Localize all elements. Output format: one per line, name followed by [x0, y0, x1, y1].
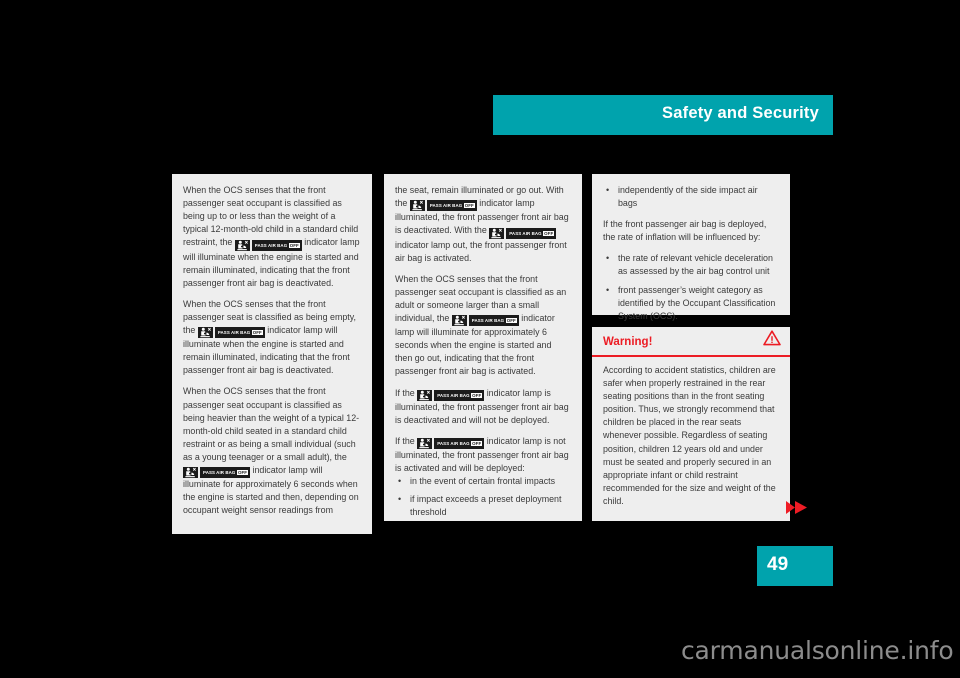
list-item: • independently of the side impact air ba… — [606, 185, 758, 209]
pass-air-bag-off-state: OFF — [463, 203, 475, 209]
airbag-child-seat-icon — [409, 200, 425, 212]
paragraph: When the OCS senses that the front passe… — [183, 185, 360, 288]
warning-box: Warning! According to accident statistic… — [592, 327, 790, 521]
pass-air-bag-off-indicator-icon: PASS AIR BAG OFF — [417, 389, 485, 401]
pass-air-bag-off-state: OFF — [505, 318, 517, 324]
list-item: • in the event of certain frontal impacts — [395, 475, 571, 488]
airbag-child-seat-icon — [417, 438, 433, 449]
pass-air-bag-off-state: OFF — [471, 392, 483, 398]
warning-header: Warning! — [592, 327, 790, 353]
left-column-paragraphs: When the OCS senses that the front passe… — [183, 184, 361, 517]
list-item: • if impact exceeds a preset deployment t… — [398, 494, 562, 518]
pass-air-bag-off-indicator-icon: PASS AIR BAG OFF — [451, 315, 519, 327]
pass-air-bag-off-indicator-icon: PASS AIR BAG OFF — [234, 239, 302, 251]
pass-air-bag-label: PASS AIR BAG OFF — [426, 200, 477, 212]
pass-air-bag-off-indicator-icon: PASS AIR BAG OFF — [197, 327, 265, 339]
bullet-icon: • — [398, 494, 402, 505]
middle-column-bullet-list: • in the event of certain frontal impacts… — [395, 475, 571, 519]
pass-air-bag-off-state: OFF — [288, 242, 300, 248]
paragraph: When the OCS senses that the front passe… — [395, 273, 567, 377]
bullet-icon: • — [606, 284, 610, 295]
manual-page: Safety and Security When the OCS senses … — [0, 0, 960, 678]
list-item: • the rate of relevant vehicle decelerati… — [606, 253, 773, 277]
pass-air-bag-label: PASS AIR BAG OFF — [214, 327, 265, 339]
pass-air-bag-off-indicator-icon: PASS AIR BAG OFF — [489, 227, 557, 239]
pass-air-bag-off-state: OFF — [543, 230, 555, 236]
list-item: • front passenger’s weight category as id… — [606, 284, 776, 321]
bullet-icon: • — [398, 476, 402, 487]
page-number-bar: 49 — [757, 546, 833, 586]
pass-air-bag-label: PASS AIR BAG OFF — [506, 227, 557, 239]
bullet-icon: • — [606, 185, 610, 195]
paragraph: When the OCS senses that the front passe… — [183, 298, 356, 376]
pass-air-bag-off-indicator-icon: PASS AIR BAG OFF — [417, 438, 485, 449]
pass-air-bag-label: PASS AIR BAG OFF — [200, 467, 251, 479]
section-header-bar: Safety and Security — [493, 95, 833, 135]
pass-air-bag-label: PASS AIR BAG OFF — [251, 239, 302, 251]
text-column-middle: the seat, remain illuminated or go out. … — [384, 174, 582, 521]
pass-air-bag-off-state: OFF — [236, 470, 249, 476]
pass-air-bag-off-state: OFF — [251, 330, 263, 336]
paragraph: When the OCS senses that the front passe… — [183, 386, 360, 516]
warning-body: According to accident statistics, childr… — [592, 357, 790, 508]
airbag-child-seat-icon — [234, 239, 250, 251]
page-title: Safety and Security — [662, 104, 819, 122]
warning-triangle-icon — [763, 330, 781, 351]
text-column-left: When the OCS senses that the front passe… — [172, 174, 372, 534]
paragraph: If the PASS AIR BAG OFF indicator lamp is… — [395, 435, 569, 474]
bullet-icon: • — [606, 253, 610, 264]
change-bar-marker-icon — [786, 501, 808, 514]
warning-title: Warning! — [603, 336, 653, 348]
pass-air-bag-label: PASS AIR BAG OFF — [468, 315, 519, 327]
paragraph: If the PASS AIR BAG OFF indicator lamp is… — [395, 387, 569, 425]
pass-air-bag-off-state: OFF — [471, 441, 483, 446]
right-bullet-list-second: • the rate of relevant vehicle decelerati… — [603, 252, 779, 322]
pass-air-bag-off-indicator-icon: PASS AIR BAG OFF — [409, 200, 477, 212]
airbag-child-seat-icon — [197, 327, 213, 339]
right-intro-paragraph: If the front passenger air bag is deploy… — [603, 219, 767, 243]
airbag-child-seat-icon — [489, 227, 505, 239]
warning-text: According to accident statistics, childr… — [603, 365, 776, 506]
text-column-right-top: • independently of the side impact air ba… — [592, 174, 790, 321]
airbag-child-seat-icon — [183, 467, 198, 479]
airbag-child-seat-icon — [417, 389, 433, 401]
pass-air-bag-off-indicator-icon: PASS AIR BAG OFF — [183, 467, 251, 479]
pass-air-bag-label: PASS AIR BAG OFF — [434, 389, 485, 401]
site-watermark: carmanualsonline.info — [681, 636, 954, 665]
page-number: 49 — [767, 554, 789, 575]
pass-air-bag-label: PASS AIR BAG OFF — [434, 438, 485, 449]
airbag-child-seat-icon — [451, 315, 467, 327]
middle-column-paragraphs: the seat, remain illuminated or go out. … — [395, 184, 571, 475]
right-bullet-list-first: • independently of the side impact air ba… — [603, 184, 779, 210]
paragraph: the seat, remain illuminated or go out. … — [395, 185, 569, 263]
